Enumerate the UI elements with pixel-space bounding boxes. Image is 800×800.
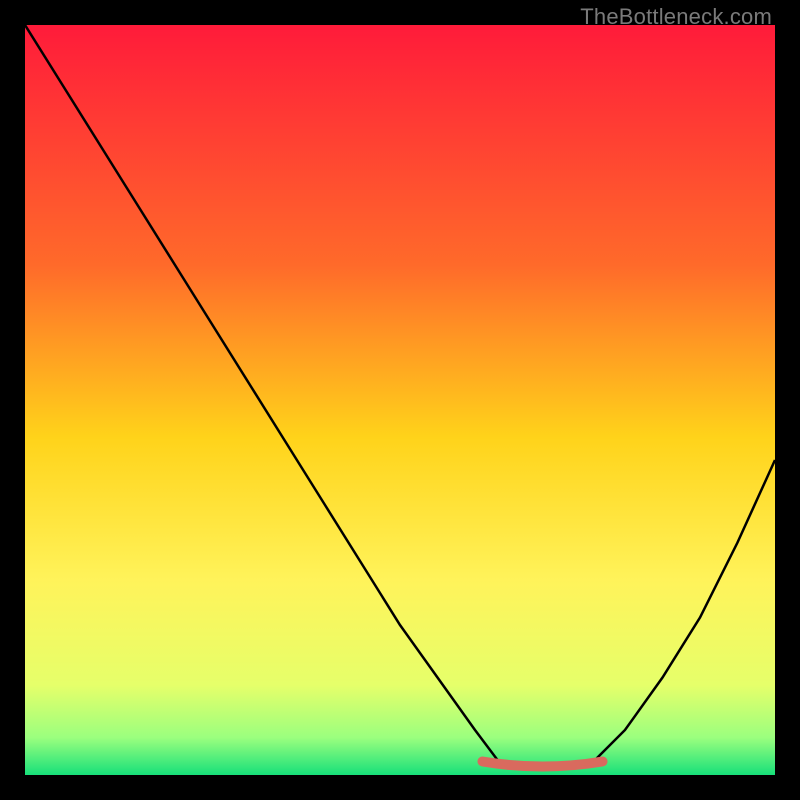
- optimal-range-marker: [483, 762, 603, 767]
- curve-path: [25, 25, 775, 768]
- plot-area: [25, 25, 775, 775]
- chart-container: TheBottleneck.com: [0, 0, 800, 800]
- bottleneck-curve: [25, 25, 775, 775]
